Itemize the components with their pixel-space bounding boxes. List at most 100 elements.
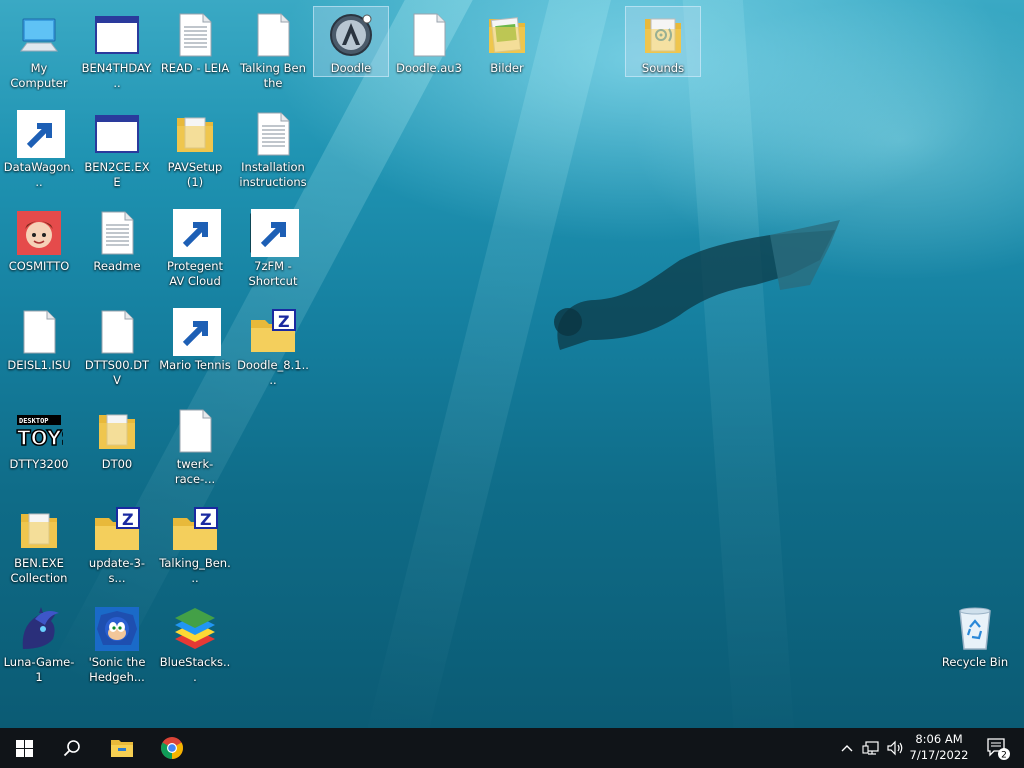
desktop-icon-mario-tennis[interactable]: Mario Tennis — [157, 303, 233, 374]
desktop-icon-twerk-race[interactable]: twerk-race-... — [157, 402, 233, 488]
swimmer-silhouette — [554, 220, 840, 350]
clock-date: 7/17/2022 — [909, 748, 969, 762]
autoit-icon — [327, 11, 375, 59]
icon-label: Luna-Game-1 — [3, 655, 75, 684]
desktop-icon-talking-ben-zip[interactable]: Z Talking_Ben... — [157, 501, 233, 587]
recycle-bin-icon — [951, 605, 999, 653]
desktop-icon-7zfm-shortcut[interactable]: 7z 7zFM - Shortcut — [235, 204, 311, 290]
luna-pony-icon — [15, 605, 63, 653]
icon-label: Protegent AV Cloud — [166, 259, 223, 288]
icon-label: Talking_Ben... — [159, 556, 231, 585]
desktop-icon-my-computer[interactable]: My Computer — [1, 6, 77, 92]
desktop-icon-sonic-the-hedgehog[interactable]: 'Sonic the Hedgeh... — [79, 600, 155, 686]
search-icon — [63, 740, 80, 757]
mario-icon — [171, 308, 221, 356]
icon-label: COSMITTO — [8, 259, 70, 273]
desktop-icon-readme[interactable]: Readme — [79, 204, 155, 275]
icon-label: BEN4THDAY... — [81, 61, 153, 90]
svg-text:Z: Z — [122, 510, 134, 529]
application-window-icon — [93, 110, 141, 158]
show-hidden-icons-button[interactable] — [836, 728, 858, 768]
taskbar-file-explorer[interactable] — [98, 728, 146, 768]
desktop-icon-protegent-av-cloud[interactable]: Protegent AV Cloud — [157, 204, 233, 290]
taskbar-clock[interactable]: 8:06 AM 7/17/2022 — [906, 731, 972, 763]
icon-label: DTTS00.DTV — [84, 358, 150, 387]
desktop-icon-bluestacks[interactable]: BlueStacks... — [157, 600, 233, 686]
zip-folder-icon: Z — [249, 308, 297, 356]
desktop-icon-dt00[interactable]: DT00 — [79, 402, 155, 473]
icon-label: Doodle.au3 — [396, 61, 462, 75]
folder-icon — [171, 110, 219, 158]
desktop-background: My Computer BEN4THDAY... READ - LEIA Tal… — [0, 0, 1024, 728]
icon-label: Installation instructions — [239, 160, 307, 189]
application-window-icon — [93, 11, 141, 59]
icon-label: BEN2CE.EXE — [84, 160, 150, 189]
desktop-toys-icon: DESKTOPTOYS — [15, 407, 63, 455]
windows-logo-icon — [15, 739, 33, 757]
desktop-icon-recycle-bin[interactable]: Recycle Bin — [937, 600, 1013, 671]
icon-label: READ - LEIA — [160, 61, 230, 75]
notification-icon: 2 — [987, 738, 1010, 761]
notification-count: 2 — [1001, 751, 1007, 761]
desktop-icon-dtty3200[interactable]: DESKTOPTOYS DTTY3200 — [1, 402, 77, 473]
clock-time: 8:06 AM — [915, 732, 963, 746]
action-center-button[interactable]: 2 — [978, 728, 1018, 768]
icon-label: BlueStacks... — [159, 655, 231, 684]
desktop-icon-installation-instructions[interactable]: Installation instructions — [235, 105, 311, 191]
desktop-icon-doodle-8-1[interactable]: Z Doodle_8.1.... — [235, 303, 311, 389]
computer-icon — [15, 11, 63, 59]
desktop-icon-update-3-s[interactable]: Z update-3-s... — [79, 501, 155, 587]
svg-text:DESKTOP: DESKTOP — [19, 417, 49, 425]
network-icon — [862, 741, 879, 755]
icon-label: 7zFM - Shortcut — [248, 259, 298, 288]
search-button[interactable] — [48, 728, 96, 768]
volume-button[interactable] — [884, 728, 906, 768]
icon-label: Recycle Bin — [941, 655, 1009, 669]
shortcut-arrow-icon — [173, 308, 221, 356]
desktop-icon-pavsetup[interactable]: PAVSetup (1) — [157, 105, 233, 191]
sonic-icon — [93, 605, 141, 653]
desktop-icon-ben4thday[interactable]: BEN4THDAY... — [79, 6, 155, 92]
desktop-icon-cosmitto[interactable]: COSMITTO — [1, 204, 77, 275]
desktop-icon-read-leia[interactable]: READ - LEIA — [157, 6, 233, 77]
desktop-icon-doodle-au3[interactable]: Doodle.au3 — [391, 6, 467, 77]
desktop-icon-dtts00-dtv[interactable]: DTTS00.DTV — [79, 303, 155, 389]
icon-label: twerk-race-... — [174, 457, 216, 486]
icon-label: PAVSetup (1) — [167, 160, 223, 189]
start-button[interactable] — [0, 728, 48, 768]
taskbar-chrome[interactable] — [148, 728, 196, 768]
desktop-icon-deisl1-isu[interactable]: DEISL1.ISU — [1, 303, 77, 374]
desktop-icon-talking-ben-4[interactable]: Talking Ben the Dog_4.... — [235, 6, 311, 92]
zip-folder-icon: Z — [171, 506, 219, 554]
desktop-icon-datawagon[interactable]: DataWagon... — [1, 105, 77, 191]
blank-file-icon — [15, 308, 63, 356]
icon-label: DTTY3200 — [9, 457, 69, 471]
icon-label: DataWagon... — [3, 160, 75, 189]
blank-file-icon — [405, 11, 453, 59]
text-document-icon — [93, 209, 141, 257]
7zip-icon: 7z — [249, 209, 299, 257]
folder-icon — [15, 506, 63, 554]
icon-label: BEN.EXE Collection — [10, 556, 68, 585]
desktop-icon-luna-game-1[interactable]: Luna-Game-1 — [1, 600, 77, 686]
network-status-button[interactable] — [860, 728, 882, 768]
chevron-up-icon — [841, 745, 853, 752]
desktop-icon-doodle[interactable]: Doodle — [313, 6, 389, 77]
protegent-icon — [171, 209, 221, 257]
desktop-icon-ben-exe-collection[interactable]: BEN.EXE Collection — [1, 501, 77, 587]
desktop-icon-bilder[interactable]: Bilder — [469, 6, 545, 77]
icon-label: Doodle_8.1.... — [237, 358, 309, 387]
text-document-icon — [249, 110, 297, 158]
svg-text:TOYS: TOYS — [17, 426, 63, 450]
shortcut-arrow-icon — [251, 209, 299, 257]
icon-label: Mario Tennis — [159, 358, 231, 372]
music-folder-icon — [639, 11, 687, 59]
desktop-icon-sounds[interactable]: Sounds — [625, 6, 701, 77]
icon-label: Doodle — [330, 61, 372, 75]
zip-folder-icon: Z — [93, 506, 141, 554]
blank-file-icon — [93, 308, 141, 356]
icon-label: My Computer — [10, 61, 68, 90]
desktop-icon-ben2ce-exe[interactable]: BEN2CE.EXE — [79, 105, 155, 191]
icon-label: 'Sonic the Hedgeh... — [88, 655, 146, 684]
datawagon-icon — [15, 110, 65, 158]
